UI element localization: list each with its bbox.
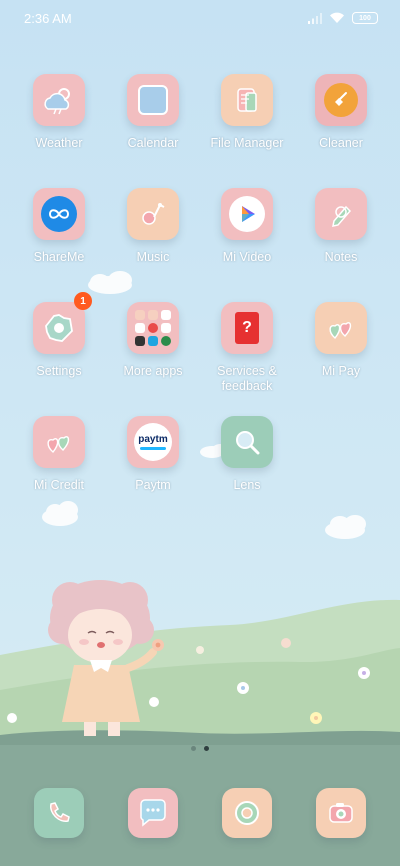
magnifier-icon[interactable] — [221, 416, 273, 468]
app-mi-video[interactable]: Mi Video — [200, 188, 294, 265]
pencil-icon[interactable] — [315, 188, 367, 240]
page-dot-active[interactable] — [204, 746, 209, 751]
weather-cloud-icon[interactable] — [33, 74, 85, 126]
app-music[interactable]: Music — [106, 188, 200, 265]
hearts-icon[interactable] — [315, 302, 367, 354]
paytm-logo-text: paytm — [138, 434, 168, 445]
paytm-logo-icon[interactable]: paytm — [127, 416, 179, 468]
battery-icon: 100 — [352, 12, 378, 24]
app-notes[interactable]: Notes — [294, 188, 388, 265]
status-bar: 2:36 AM 100 — [0, 0, 400, 36]
app-label: Settings — [36, 364, 82, 378]
app-label: More apps — [123, 364, 183, 378]
app-label: Mi Credit — [33, 478, 84, 492]
battery-level: 100 — [359, 14, 371, 22]
app-label: Music — [136, 250, 170, 264]
clock: 2:36 AM — [24, 10, 72, 26]
app-label: Calendar — [127, 136, 179, 150]
music-note-icon[interactable] — [127, 188, 179, 240]
shareme-infinity-icon[interactable] — [33, 188, 85, 240]
app-file-manager[interactable]: File Manager — [200, 74, 294, 151]
app-label: Mi Video — [222, 250, 272, 264]
app-settings[interactable]: 1 Settings — [12, 292, 106, 379]
app-label: Services & feedback — [217, 364, 277, 393]
calendar-icon[interactable] — [127, 74, 179, 126]
app-label: Cleaner — [319, 136, 363, 150]
page-dot[interactable] — [191, 746, 196, 751]
app-services-feedback[interactable]: ? Services & feedback — [200, 302, 294, 394]
help-bag-icon[interactable]: ? — [221, 302, 273, 354]
browser-globe-icon[interactable] — [222, 788, 272, 838]
app-cleaner[interactable]: Cleaner — [294, 74, 388, 151]
app-calendar[interactable]: Calendar — [106, 74, 200, 151]
play-icon[interactable] — [221, 188, 273, 240]
signal-icon — [308, 12, 322, 24]
app-paytm[interactable]: paytm Paytm — [106, 416, 200, 493]
app-label: Paytm — [135, 478, 171, 492]
app-label: Lens — [233, 478, 261, 492]
app-label: Weather — [35, 136, 83, 150]
wifi-icon — [330, 12, 344, 23]
gear-icon[interactable]: 1 — [33, 292, 92, 354]
app-weather[interactable]: Weather — [12, 74, 106, 151]
dock-messages[interactable] — [106, 788, 200, 838]
app-shareme[interactable]: ShareMe — [12, 188, 106, 265]
app-lens[interactable]: Lens — [200, 416, 294, 493]
app-mi-pay[interactable]: Mi Pay — [294, 302, 388, 379]
phone-icon[interactable] — [34, 788, 84, 838]
chat-bubble-icon[interactable] — [128, 788, 178, 838]
dock-phone[interactable] — [12, 788, 106, 838]
app-label: ShareMe — [33, 250, 85, 264]
app-mi-credit[interactable]: Mi Credit — [12, 416, 106, 493]
camera-icon[interactable] — [316, 788, 366, 838]
dock-browser[interactable] — [200, 788, 294, 838]
notification-badge: 1 — [74, 292, 92, 310]
hearts-icon[interactable] — [33, 416, 85, 468]
app-label: File Manager — [210, 136, 284, 150]
broom-icon[interactable] — [315, 74, 367, 126]
status-icons: 100 — [308, 12, 378, 24]
page-indicator — [0, 746, 400, 751]
app-label: Notes — [324, 250, 358, 264]
dock-camera[interactable] — [294, 788, 388, 838]
app-more-apps[interactable]: More apps — [106, 302, 200, 379]
app-folder-icon[interactable] — [127, 302, 179, 354]
folder-icon[interactable] — [221, 74, 273, 126]
app-label: Mi Pay — [321, 364, 361, 378]
